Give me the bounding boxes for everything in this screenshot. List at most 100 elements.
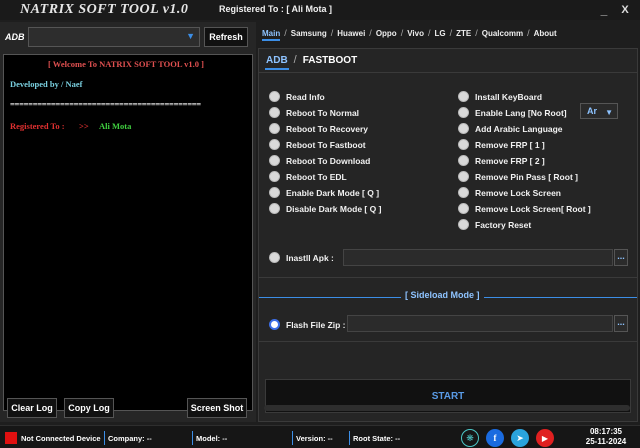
option-install-keyboard[interactable]: Install KeyBoard [458, 90, 542, 103]
log-separator: ========================================… [10, 99, 201, 109]
clock-date: 25-11-2024 [585, 437, 627, 446]
registered-to-label: Registered To : [219, 4, 284, 14]
sideload-title: [ Sideload Mode ] [401, 290, 484, 300]
radio-selected-icon [269, 319, 280, 330]
copy-log-button[interactable]: Copy Log [64, 398, 114, 418]
connection-status-icon [5, 432, 17, 444]
option-reboot-fastboot[interactable]: Reboot To Fastboot [269, 138, 366, 151]
option-remove-frp-2[interactable]: Remove FRP [ 2 ] [458, 154, 545, 167]
adb-device-select[interactable]: ▼ [28, 27, 200, 47]
radio-icon [458, 123, 469, 134]
status-separator [349, 431, 350, 445]
language-value: Ar [587, 106, 598, 116]
main-content: ADB / FASTBOOT Read Info Reboot To Norma… [258, 48, 638, 422]
status-separator [192, 431, 193, 445]
subtab-separator: / [293, 54, 297, 66]
tab-oppo[interactable]: Oppo [372, 29, 401, 38]
mode-subtabs: ADB / FASTBOOT [263, 54, 360, 70]
section-divider [259, 277, 637, 278]
brand-tabs: Main / Samsung / Huawei / Oppo / Vivo / … [258, 25, 640, 41]
tab-qualcomm[interactable]: Qualcomm [478, 29, 527, 38]
youtube-icon[interactable]: ▶ [536, 429, 554, 447]
option-factory-reset[interactable]: Factory Reset [458, 218, 531, 231]
status-separator [292, 431, 293, 445]
clear-log-button[interactable]: Clear Log [7, 398, 57, 418]
status-root: Root State: -- [353, 434, 401, 443]
status-model: Model: -- [196, 434, 228, 443]
status-bar: Not Connected Device Company: -- Model: … [0, 425, 640, 448]
option-remove-frp-1[interactable]: Remove FRP [ 1 ] [458, 138, 545, 151]
section-divider [259, 341, 637, 342]
minimize-button[interactable]: _ [596, 2, 612, 18]
radio-icon [269, 252, 280, 263]
log-registered-value: Ali Mota [99, 121, 132, 131]
opensource-icon[interactable]: ❋ [461, 429, 479, 447]
option-reboot-download[interactable]: Reboot To Download [269, 154, 370, 167]
screenshot-button[interactable]: Screen Shot [187, 398, 247, 418]
connection-status: Not Connected Device [21, 434, 101, 443]
adb-label: ADB [5, 32, 25, 42]
log-developer: Developed by / Naef [10, 79, 83, 89]
radio-icon [269, 203, 280, 214]
apk-path-input[interactable] [343, 249, 613, 266]
close-button[interactable]: X [617, 2, 633, 18]
radio-icon [269, 187, 280, 198]
refresh-button[interactable]: Refresh [204, 27, 248, 47]
tab-huawei[interactable]: Huawei [333, 29, 369, 38]
subtab-divider [259, 72, 637, 73]
option-add-arabic[interactable]: Add Arabic Language [458, 122, 563, 135]
apk-browse-button[interactable]: ... [614, 249, 628, 266]
subtab-adb[interactable]: ADB [263, 55, 291, 70]
clock-time: 08:17:35 [589, 427, 623, 436]
subtab-fastboot[interactable]: FASTBOOT [300, 55, 360, 66]
progress-bar [264, 405, 630, 411]
option-remove-lock-screen[interactable]: Remove Lock Screen [458, 186, 561, 199]
option-read-info[interactable]: Read Info [269, 90, 325, 103]
option-install-apk[interactable]: Inastll Apk : [269, 251, 334, 264]
option-reboot-edl[interactable]: Reboot To EDL [269, 170, 347, 183]
left-panel: ADB ▼ Refresh [ Welcome To NATRIX SOFT T… [0, 22, 256, 422]
radio-icon [458, 203, 469, 214]
tab-main[interactable]: Main [258, 29, 284, 41]
log-welcome: [ Welcome To NATRIX SOFT TOOL v1.0 ] [48, 59, 205, 69]
option-flash-file[interactable]: Flash File Zip : [269, 318, 346, 331]
radio-icon [458, 91, 469, 102]
language-select[interactable]: Ar ▼ [580, 103, 618, 119]
facebook-icon[interactable]: f [486, 429, 504, 447]
chevron-down-icon: ▼ [605, 108, 613, 117]
tab-lg[interactable]: LG [430, 29, 449, 38]
registered-to-value: [ Ali Mota ] [286, 4, 333, 14]
radio-icon [269, 171, 280, 182]
radio-icon [458, 155, 469, 166]
option-disable-dark-mode[interactable]: Disable Dark Mode [ Q ] [269, 202, 381, 215]
app-title: NATRIX SOFT TOOL v1.0 [20, 2, 189, 17]
radio-icon [269, 139, 280, 150]
tab-zte[interactable]: ZTE [452, 29, 475, 38]
title-bar: NATRIX SOFT TOOL v1.0 Registered To : [ … [0, 0, 640, 20]
option-reboot-normal[interactable]: Reboot To Normal [269, 106, 359, 119]
option-remove-lock-screen-root[interactable]: Remove Lock Screen[ Root ] [458, 202, 591, 215]
tab-about[interactable]: About [530, 29, 561, 38]
tab-samsung[interactable]: Samsung [287, 29, 331, 38]
tab-vivo[interactable]: Vivo [403, 29, 428, 38]
radio-icon [269, 107, 280, 118]
radio-icon [458, 139, 469, 150]
option-enable-dark-mode[interactable]: Enable Dark Mode [ Q ] [269, 186, 379, 199]
option-enable-lang[interactable]: Enable Lang [No Root] [458, 106, 567, 119]
flash-path-input[interactable] [347, 315, 613, 332]
log-console[interactable]: [ Welcome To NATRIX SOFT TOOL v1.0 ] Dev… [3, 54, 253, 411]
log-registered-label: Registered To : [10, 121, 65, 131]
telegram-icon[interactable]: ➤ [511, 429, 529, 447]
chevron-down-icon: ▼ [186, 31, 195, 41]
radio-icon [458, 171, 469, 182]
flash-browse-button[interactable]: ... [614, 315, 628, 332]
radio-icon [458, 187, 469, 198]
radio-icon [458, 107, 469, 118]
log-registered-arrows: >> [79, 121, 89, 131]
registered-to-header: Registered To : [ Ali Mota ] [219, 4, 332, 14]
radio-icon [458, 219, 469, 230]
radio-icon [269, 91, 280, 102]
option-reboot-recovery[interactable]: Reboot To Recovery [269, 122, 368, 135]
option-remove-pin-pass[interactable]: Remove Pin Pass [ Root ] [458, 170, 578, 183]
status-version: Version: -- [296, 434, 333, 443]
